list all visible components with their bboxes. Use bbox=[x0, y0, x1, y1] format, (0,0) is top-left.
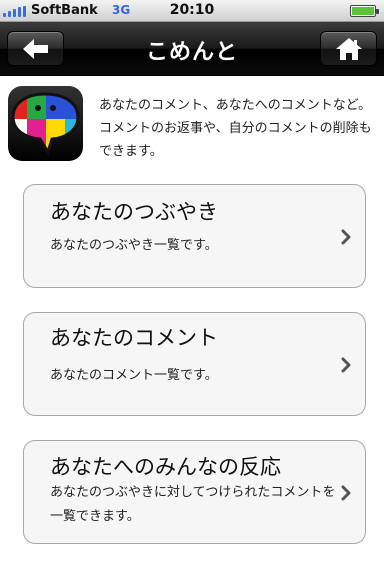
menu-item-title: あなたへのみんなの反応 bbox=[50, 455, 281, 479]
status-time: 20:10 bbox=[169, 2, 215, 18]
menu-item-description: あなたのつぶやき一覧です。 bbox=[50, 238, 218, 253]
menu-item-description: あなたのつぶやきに対してつけられたコメントを一覧できます。 bbox=[50, 485, 336, 524]
chevron-right-icon bbox=[341, 485, 351, 501]
chevron-right-icon bbox=[341, 357, 351, 373]
menu-item-reactions-to-me[interactable]: あなたへのみんなの反応 あなたのつぶやきに対してつけられたコメントを一覧できます… bbox=[23, 440, 366, 544]
intro-description: あなたのコメント、あなたへのコメントなど。コメントのお返事や、自分のコメントの削… bbox=[99, 98, 372, 159]
chevron-right-icon bbox=[341, 229, 351, 245]
menu-item-title: あなたのコメント bbox=[50, 326, 218, 350]
menu-item-my-tweets[interactable]: あなたのつぶやき あなたのつぶやき一覧です。 bbox=[23, 184, 366, 288]
navigation-bar: こめんと bbox=[0, 22, 384, 76]
status-bar: SoftBank 3G 20:10 bbox=[0, 0, 384, 22]
menu-item-my-comments[interactable]: あなたのコメント あなたのコメント一覧です。 bbox=[23, 312, 366, 416]
app-logo-icon bbox=[8, 86, 83, 161]
menu-item-title: あなたのつぶやき bbox=[50, 200, 218, 224]
home-icon bbox=[335, 37, 362, 60]
home-button[interactable] bbox=[320, 31, 377, 66]
menu-item-description: あなたのコメント一覧です。 bbox=[50, 368, 218, 383]
battery-icon bbox=[350, 5, 379, 17]
